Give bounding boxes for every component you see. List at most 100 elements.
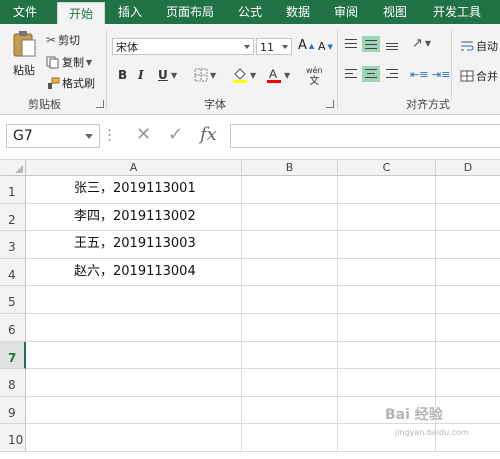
- tab-view[interactable]: 视图: [372, 0, 418, 24]
- grip-dots-icon[interactable]: [108, 127, 111, 143]
- row-header[interactable]: 5: [0, 286, 26, 314]
- cell-a8[interactable]: [26, 369, 242, 397]
- clipboard-launcher-icon[interactable]: [96, 100, 104, 108]
- font-name-select[interactable]: 宋体: [112, 38, 254, 55]
- align-top-button[interactable]: [342, 36, 360, 52]
- row-header[interactable]: 7: [0, 341, 26, 370]
- cell-a5[interactable]: [26, 286, 242, 314]
- font-color-button[interactable]: A ▼: [266, 66, 290, 84]
- decrease-indent-button[interactable]: ⇤≡: [410, 68, 428, 81]
- cell-a10[interactable]: [26, 424, 242, 452]
- tab-developer[interactable]: 开发工具: [424, 0, 490, 24]
- italic-button[interactable]: I: [138, 68, 144, 82]
- wrap-text-button[interactable]: 自动: [460, 38, 498, 54]
- cell-b8[interactable]: [242, 369, 338, 397]
- font-size-value: 11: [260, 41, 274, 54]
- font-size-select[interactable]: 11: [256, 38, 292, 55]
- cell-a9[interactable]: [26, 396, 242, 425]
- border-button[interactable]: ▼: [194, 68, 216, 82]
- row-header[interactable]: 2: [0, 203, 26, 232]
- row-header[interactable]: 8: [0, 369, 26, 397]
- cell-b4[interactable]: [242, 258, 338, 287]
- cell-d6[interactable]: [436, 314, 500, 342]
- cell-d9[interactable]: [436, 397, 500, 425]
- row-header[interactable]: 3: [0, 231, 26, 259]
- align-bottom-button[interactable]: [383, 36, 401, 52]
- increase-indent-button[interactable]: ⇥≡: [432, 68, 450, 81]
- cell-c1[interactable]: [338, 176, 436, 204]
- cell-a1[interactable]: 张三，2019113001: [26, 176, 242, 204]
- cell-c7[interactable]: [338, 341, 436, 370]
- tab-file[interactable]: 文件: [0, 0, 50, 24]
- chevron-down-icon[interactable]: ▼: [171, 71, 177, 80]
- chevron-down-icon[interactable]: [85, 134, 93, 139]
- cell-a3[interactable]: 王五，2019113003: [26, 231, 242, 259]
- tab-review[interactable]: 审阅: [324, 0, 368, 24]
- chevron-down-icon[interactable]: ▼: [86, 58, 92, 67]
- cell-b10[interactable]: [242, 424, 338, 452]
- cell-a6[interactable]: [26, 314, 242, 342]
- insert-function-icon[interactable]: fx: [200, 124, 217, 145]
- tab-page-layout[interactable]: 页面布局: [158, 0, 222, 24]
- cell-b7[interactable]: [242, 341, 338, 370]
- tab-formulas[interactable]: 公式: [228, 0, 272, 24]
- copy-button[interactable]: 复制 ▼: [46, 54, 92, 70]
- merge-center-button[interactable]: 合并: [460, 68, 498, 84]
- cell-d4[interactable]: [436, 259, 500, 287]
- select-all-button[interactable]: [0, 160, 26, 176]
- orientation-button[interactable]: ↗ ▼: [412, 36, 431, 51]
- cell-c3[interactable]: [338, 231, 436, 259]
- cell-c5[interactable]: [338, 286, 436, 314]
- cell-b1[interactable]: [242, 176, 338, 204]
- bold-button[interactable]: B: [118, 68, 127, 82]
- cell-b2[interactable]: [242, 203, 338, 232]
- format-painter-button[interactable]: 格式刷: [46, 75, 95, 91]
- shrink-font-button[interactable]: A ▼: [318, 40, 333, 53]
- grow-font-button[interactable]: A ▲: [298, 38, 314, 53]
- cell-d3[interactable]: [436, 231, 500, 259]
- row-header[interactable]: 6: [0, 314, 26, 342]
- cell-a7[interactable]: [26, 341, 242, 370]
- cell-d7[interactable]: [436, 342, 500, 370]
- phonetic-button[interactable]: wén 文: [306, 66, 323, 87]
- cell-b3[interactable]: [242, 231, 338, 259]
- cell-b6[interactable]: [242, 314, 338, 342]
- cancel-icon[interactable]: ✕: [136, 124, 151, 145]
- cell-c8[interactable]: [338, 369, 436, 397]
- cell-c2[interactable]: [338, 203, 436, 232]
- cell-b9[interactable]: [242, 396, 338, 425]
- row-header[interactable]: 10: [0, 424, 26, 452]
- fill-color-button[interactable]: ▼: [232, 66, 256, 84]
- cell-a4[interactable]: 赵六，2019113004: [26, 258, 242, 287]
- cut-button[interactable]: ✂ 剪切: [46, 32, 80, 48]
- column-header-c[interactable]: C: [338, 160, 436, 176]
- tab-home[interactable]: 开始: [57, 2, 105, 25]
- tab-insert[interactable]: 插入: [108, 0, 152, 24]
- enter-icon[interactable]: ✓: [168, 124, 183, 145]
- name-box[interactable]: G7: [6, 124, 100, 148]
- column-header-d[interactable]: D: [436, 160, 500, 176]
- align-right-button[interactable]: [383, 66, 401, 82]
- align-left-button[interactable]: [342, 66, 360, 82]
- cell-d8[interactable]: [436, 369, 500, 397]
- cell-a2[interactable]: 李四，2019113002: [26, 203, 242, 232]
- row-header[interactable]: 1: [0, 176, 26, 204]
- paste-button[interactable]: 粘贴: [8, 30, 40, 78]
- column-header-b[interactable]: B: [242, 160, 338, 176]
- formula-input[interactable]: [230, 124, 500, 148]
- font-launcher-icon[interactable]: [326, 100, 334, 108]
- tab-data[interactable]: 数据: [276, 0, 320, 24]
- cell-c4[interactable]: [338, 258, 436, 287]
- align-center-button[interactable]: [362, 66, 380, 82]
- row-header[interactable]: 4: [0, 258, 26, 287]
- cell-d2[interactable]: [436, 204, 500, 232]
- align-middle-button[interactable]: [362, 36, 380, 52]
- cell-c6[interactable]: [338, 314, 436, 342]
- underline-button[interactable]: U: [158, 68, 168, 82]
- column-header-a[interactable]: A: [26, 160, 242, 176]
- merge-label: 合并: [476, 70, 498, 83]
- cell-b5[interactable]: [242, 286, 338, 314]
- row-header[interactable]: 9: [0, 396, 26, 425]
- cell-d1[interactable]: [436, 176, 500, 204]
- cell-d5[interactable]: [436, 286, 500, 314]
